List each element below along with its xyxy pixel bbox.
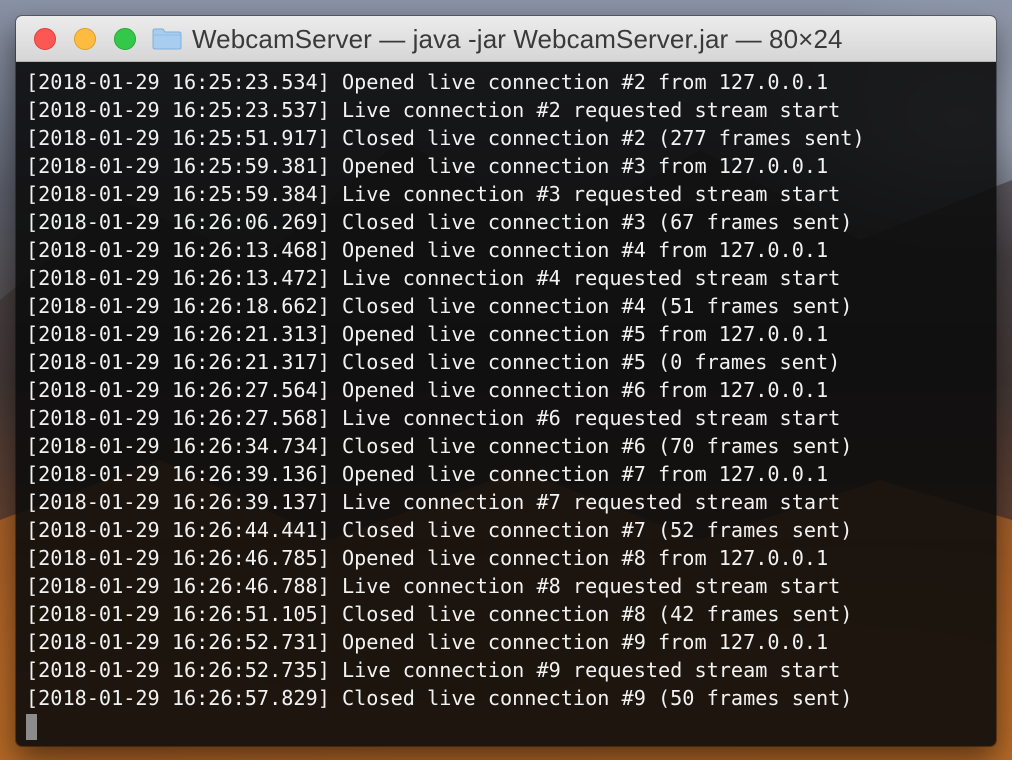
terminal-output[interactable]: [2018-01-29 16:25:23.534] Opened live co… [16, 62, 996, 746]
title-bar[interactable]: WebcamServer — java -jar WebcamServer.ja… [16, 16, 996, 62]
log-line: [2018-01-29 16:26:21.313] Opened live co… [26, 322, 829, 346]
minimize-button[interactable] [74, 28, 96, 50]
log-line: [2018-01-29 16:26:51.105] Closed live co… [26, 602, 853, 626]
log-line: [2018-01-29 16:25:23.537] Live connectio… [26, 98, 841, 122]
terminal-cursor [26, 714, 37, 740]
window-title-group: WebcamServer — java -jar WebcamServer.ja… [152, 16, 843, 62]
log-line: [2018-01-29 16:26:13.472] Live connectio… [26, 266, 841, 290]
log-line: [2018-01-29 16:26:27.564] Opened live co… [26, 378, 829, 402]
log-line: [2018-01-29 16:26:21.317] Closed live co… [26, 350, 841, 374]
log-line: [2018-01-29 16:26:34.734] Closed live co… [26, 434, 853, 458]
log-lines: [2018-01-29 16:25:23.534] Opened live co… [26, 68, 996, 712]
log-line: [2018-01-29 16:25:23.534] Opened live co… [26, 70, 829, 94]
window-title: WebcamServer — java -jar WebcamServer.ja… [192, 23, 843, 54]
log-line: [2018-01-29 16:25:51.917] Closed live co… [26, 126, 865, 150]
close-button[interactable] [34, 28, 56, 50]
log-line: [2018-01-29 16:25:59.381] Opened live co… [26, 154, 829, 178]
log-line: [2018-01-29 16:26:27.568] Live connectio… [26, 406, 841, 430]
log-line: [2018-01-29 16:26:57.829] Closed live co… [26, 686, 853, 710]
log-line: [2018-01-29 16:26:46.785] Opened live co… [26, 546, 829, 570]
log-line: [2018-01-29 16:26:06.269] Closed live co… [26, 210, 853, 234]
log-line: [2018-01-29 16:26:52.735] Live connectio… [26, 658, 841, 682]
log-line: [2018-01-29 16:26:52.731] Opened live co… [26, 630, 829, 654]
zoom-button[interactable] [114, 28, 136, 50]
log-line: [2018-01-29 16:25:59.384] Live connectio… [26, 182, 841, 206]
log-line: [2018-01-29 16:26:39.136] Opened live co… [26, 462, 829, 486]
terminal-window[interactable]: WebcamServer — java -jar WebcamServer.ja… [16, 16, 996, 746]
folder-icon [152, 28, 182, 50]
log-line: [2018-01-29 16:26:39.137] Live connectio… [26, 490, 841, 514]
log-line: [2018-01-29 16:26:46.788] Live connectio… [26, 574, 841, 598]
log-line: [2018-01-29 16:26:18.662] Closed live co… [26, 294, 853, 318]
log-line: [2018-01-29 16:26:13.468] Opened live co… [26, 238, 829, 262]
log-line: [2018-01-29 16:26:44.441] Closed live co… [26, 518, 853, 542]
